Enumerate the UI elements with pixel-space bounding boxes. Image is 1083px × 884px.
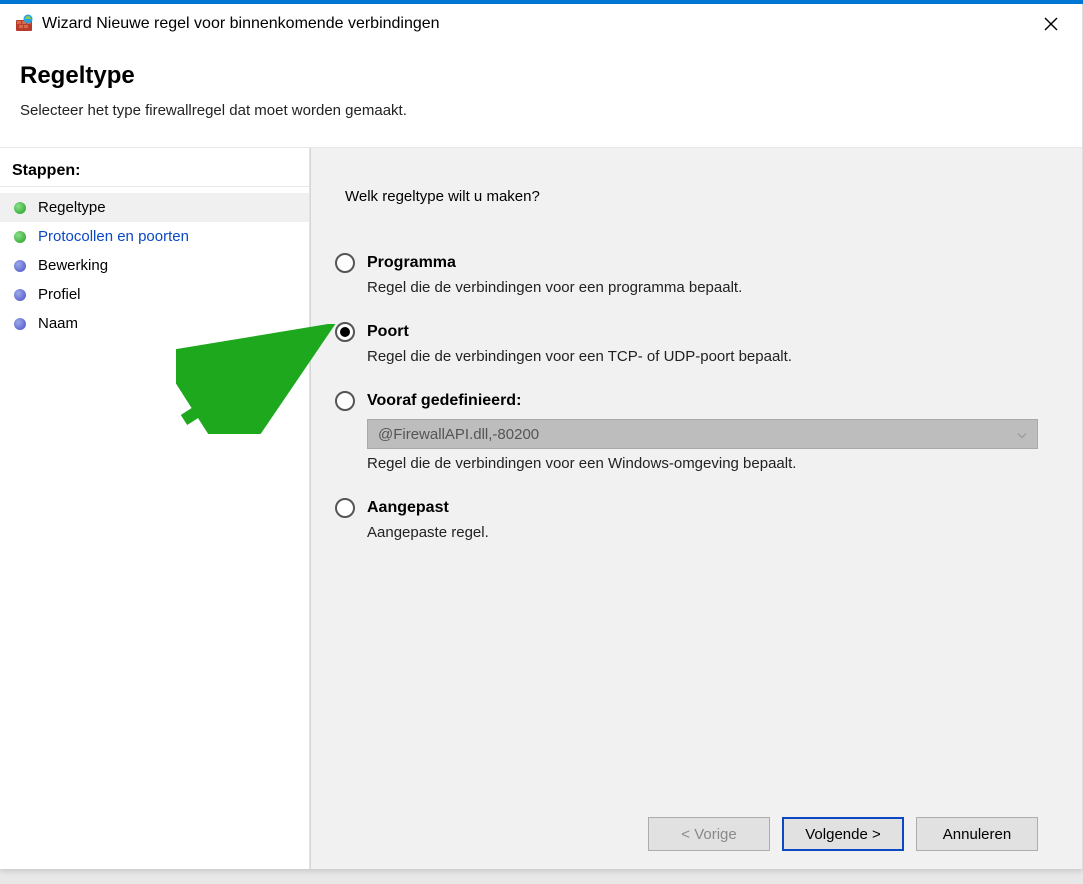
titlebar: Wizard Nieuwe regel voor binnenkomende v… xyxy=(0,4,1082,44)
close-button[interactable] xyxy=(1028,8,1074,40)
radio-aangepast[interactable] xyxy=(335,498,355,518)
sidebar-item-profiel[interactable]: Profiel xyxy=(0,280,309,309)
wizard-window: Wizard Nieuwe regel voor binnenkomende v… xyxy=(0,4,1083,869)
sidebar-item-label: Protocollen en poorten xyxy=(38,228,189,245)
step-bullet-icon xyxy=(14,202,26,214)
sidebar-item-label: Bewerking xyxy=(38,257,108,274)
content-panel: Welk regeltype wilt u maken? Programma R… xyxy=(310,148,1082,869)
sidebar-item-label: Naam xyxy=(38,315,78,332)
firewall-shield-icon xyxy=(14,14,34,34)
radio-programma[interactable] xyxy=(335,253,355,273)
sidebar-item-naam[interactable]: Naam xyxy=(0,309,309,338)
step-bullet-icon xyxy=(14,231,26,243)
options-group: Programma Regel die de verbindingen voor… xyxy=(335,253,1060,803)
radio-vooraf-gedefinieerd[interactable] xyxy=(335,391,355,411)
steps-sidebar: Stappen: Regeltype Protocollen en poorte… xyxy=(0,148,310,869)
option-label: Aangepast xyxy=(367,499,449,517)
option-description: Aangepaste regel. xyxy=(367,524,1060,541)
sidebar-item-label: Regeltype xyxy=(38,199,106,216)
page-subtitle: Selecteer het type firewallregel dat moe… xyxy=(20,102,1062,137)
window-title: Wizard Nieuwe regel voor binnenkomende v… xyxy=(42,15,1028,33)
close-icon xyxy=(1044,17,1058,31)
sidebar-item-regeltype[interactable]: Regeltype xyxy=(0,193,309,222)
option-label: Programma xyxy=(367,254,456,272)
option-description: Regel die de verbindingen voor een progr… xyxy=(367,279,1060,296)
option-description: Regel die de verbindingen voor een TCP- … xyxy=(367,348,1060,365)
page-title: Regeltype xyxy=(20,62,1062,90)
combo-value: @FirewallAPI.dll,-80200 xyxy=(378,426,539,443)
next-button[interactable]: Volgende > xyxy=(782,817,904,851)
sidebar-item-bewerking[interactable]: Bewerking xyxy=(0,251,309,280)
option-label: Vooraf gedefinieerd: xyxy=(367,392,521,410)
wizard-footer: < Vorige Volgende > Annuleren xyxy=(335,803,1060,869)
radio-poort[interactable] xyxy=(335,322,355,342)
cancel-button[interactable]: Annuleren xyxy=(916,817,1038,851)
option-aangepast: Aangepast Aangepaste regel. xyxy=(335,498,1060,541)
back-button: < Vorige xyxy=(648,817,770,851)
step-bullet-icon xyxy=(14,318,26,330)
step-bullet-icon xyxy=(14,260,26,272)
steps-heading: Stappen: xyxy=(0,158,309,187)
option-description: Regel die de verbindingen voor een Windo… xyxy=(367,455,1060,472)
question-text: Welk regeltype wilt u maken? xyxy=(345,188,1060,205)
option-label: Poort xyxy=(367,323,409,341)
option-vooraf-gedefinieerd: Vooraf gedefinieerd: @FirewallAPI.dll,-8… xyxy=(335,391,1060,472)
sidebar-item-label: Profiel xyxy=(38,286,81,303)
steps-list: Regeltype Protocollen en poorten Bewerki… xyxy=(0,187,309,338)
chevron-down-icon xyxy=(1017,426,1027,443)
wizard-header: Regeltype Selecteer het type firewallreg… xyxy=(0,44,1082,148)
predefined-combo[interactable]: @FirewallAPI.dll,-80200 xyxy=(367,419,1038,449)
step-bullet-icon xyxy=(14,289,26,301)
option-poort: Poort Regel die de verbindingen voor een… xyxy=(335,322,1060,365)
wizard-body: Stappen: Regeltype Protocollen en poorte… xyxy=(0,148,1082,869)
sidebar-item-protocollen[interactable]: Protocollen en poorten xyxy=(0,222,309,251)
option-programma: Programma Regel die de verbindingen voor… xyxy=(335,253,1060,296)
